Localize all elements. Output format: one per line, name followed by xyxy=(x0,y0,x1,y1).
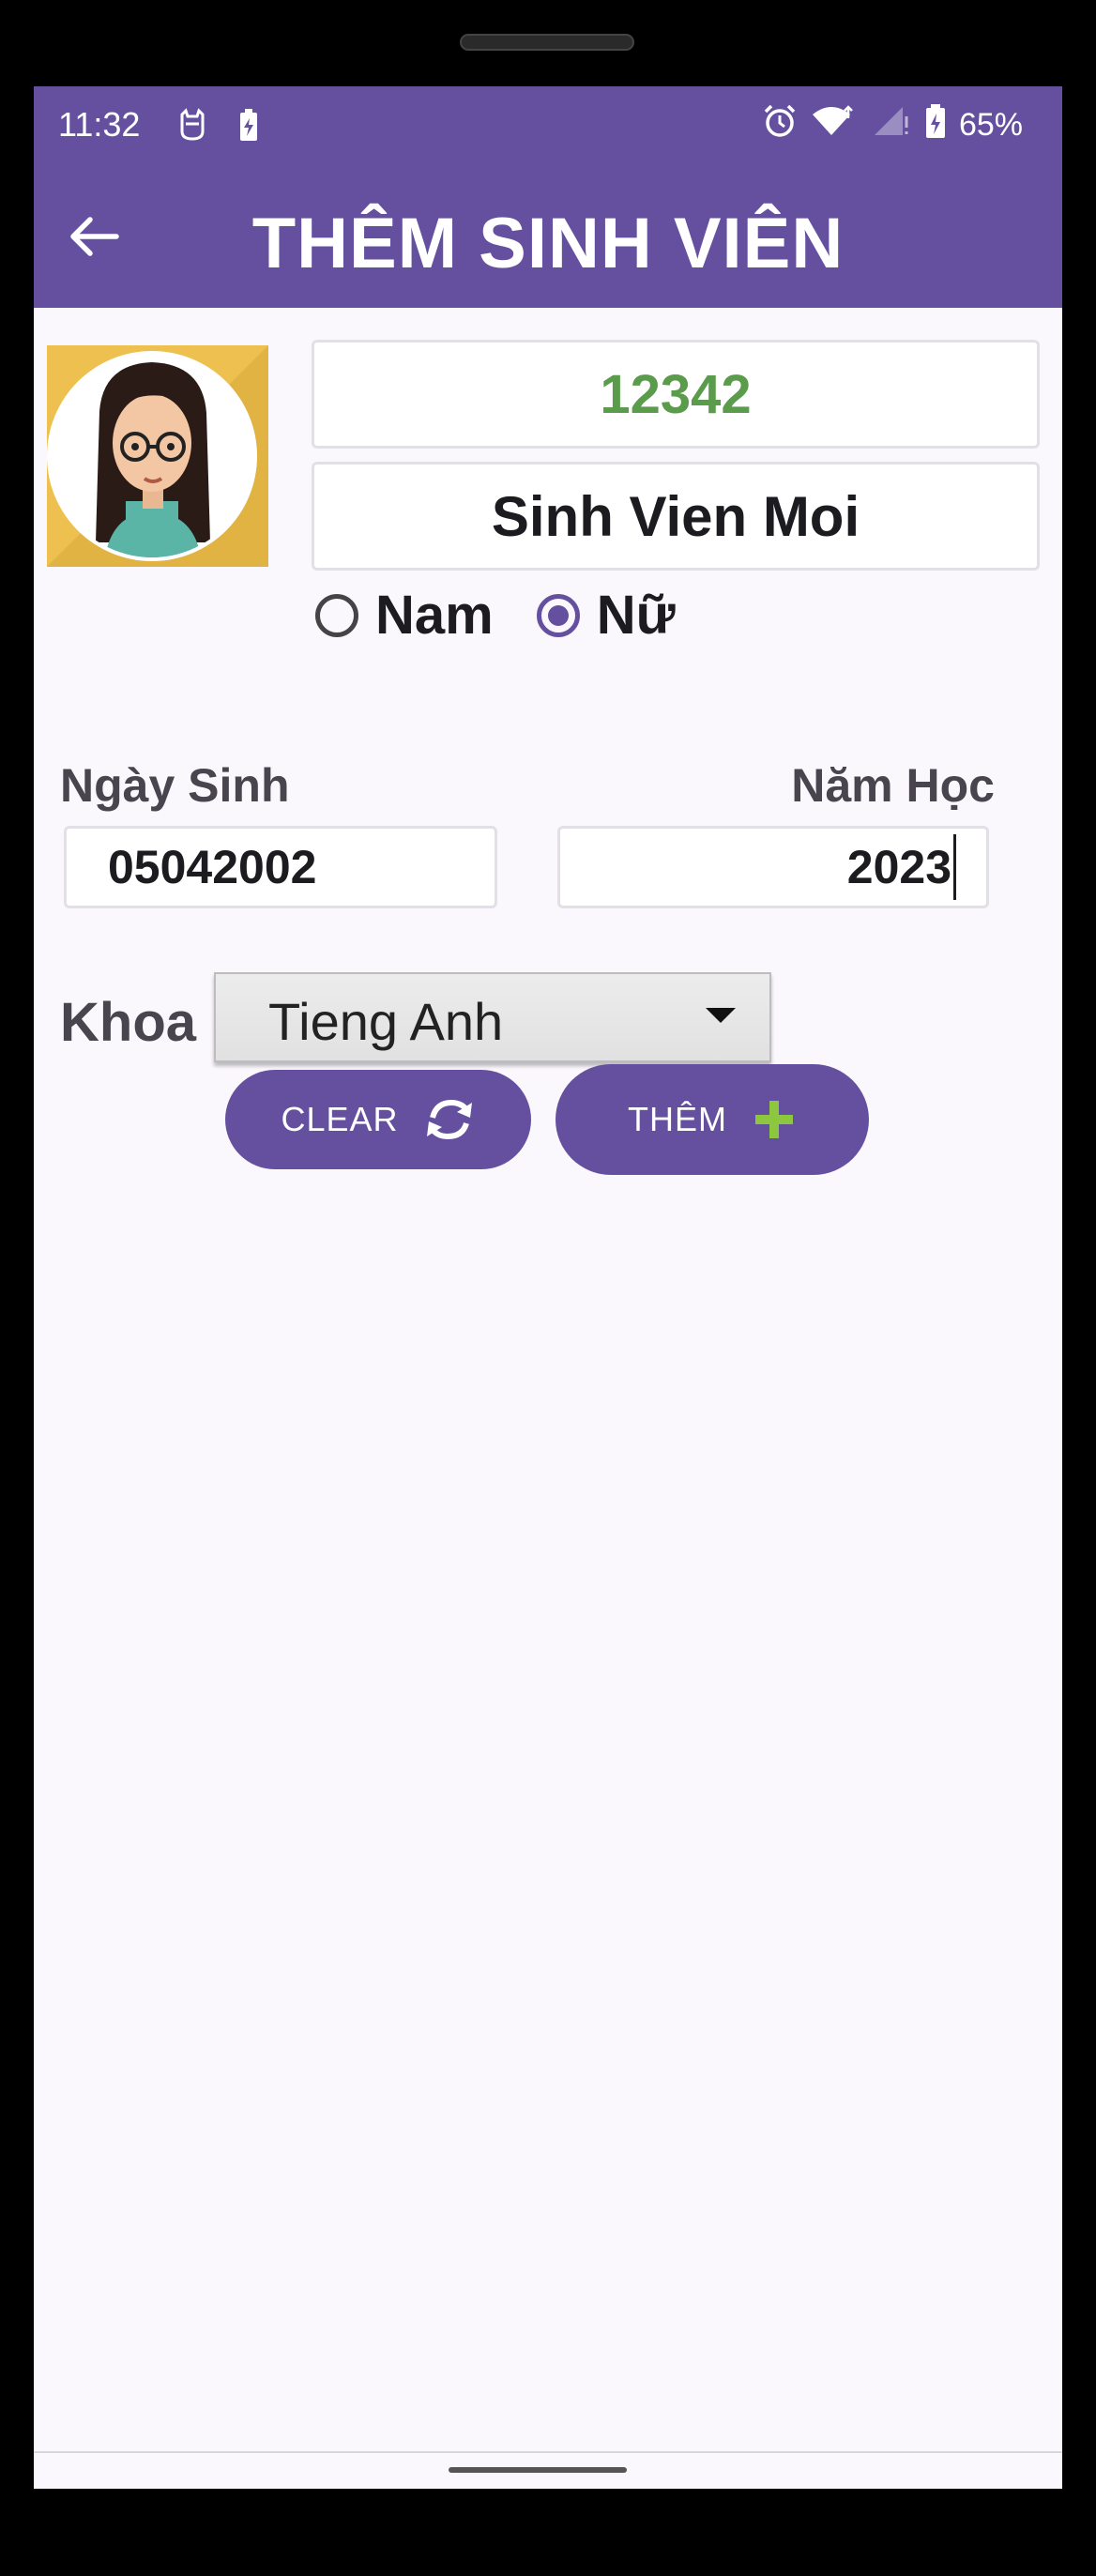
signal-icon xyxy=(871,103,912,147)
plus-icon xyxy=(755,1101,793,1138)
student-id-field[interactable]: 12342 xyxy=(312,340,1040,449)
radio-unchecked-icon xyxy=(315,593,358,637)
add-button-label: THÊM xyxy=(628,1100,727,1138)
battery-icon xyxy=(925,103,946,147)
status-bar: 11:32 65% xyxy=(34,86,1062,165)
clear-button[interactable]: CLEAR xyxy=(225,1070,531,1169)
gesture-handle[interactable] xyxy=(449,2467,627,2473)
female-student-avatar-icon xyxy=(47,345,268,567)
student-avatar[interactable] xyxy=(47,345,268,567)
refresh-icon xyxy=(426,1099,472,1140)
add-student-button[interactable]: THÊM xyxy=(556,1064,869,1175)
dob-field[interactable]: 05042002 xyxy=(64,826,497,908)
gender-male-label: Nam xyxy=(375,585,494,646)
status-time: 11:32 xyxy=(58,105,141,144)
status-icons: 65% xyxy=(762,103,1023,147)
phone-frame: 11:32 65% THÊM SINH VIÊN 12342 Sinh Vien… xyxy=(0,0,1096,2576)
app-bar: THÊM SINH VIÊN xyxy=(34,165,1062,308)
app-screen: 11:32 65% THÊM SINH VIÊN 12342 Sinh Vien… xyxy=(34,86,1062,2489)
faculty-dropdown[interactable]: Tieng Anh xyxy=(214,972,771,1062)
cat-notification-icon xyxy=(176,107,208,145)
alarm-icon xyxy=(762,103,798,147)
clear-button-label: CLEAR xyxy=(281,1100,399,1138)
navigation-bar-divider xyxy=(34,2451,1062,2453)
gender-radio-female[interactable]: Nữ xyxy=(536,584,676,647)
faculty-selected-value: Tieng Anh xyxy=(268,992,504,1051)
text-cursor xyxy=(953,834,956,900)
gender-female-label: Nữ xyxy=(596,585,676,646)
page-title: THÊM SINH VIÊN xyxy=(251,204,845,283)
gender-radio-group: Nam Nữ xyxy=(315,584,676,647)
earpiece-speaker xyxy=(460,34,634,51)
wifi-icon xyxy=(811,103,858,147)
student-name-field[interactable]: Sinh Vien Moi xyxy=(312,462,1040,571)
dropdown-arrow-icon xyxy=(706,1008,736,1023)
faculty-label: Khoa xyxy=(60,992,196,1053)
battery-saver-icon xyxy=(233,107,265,145)
gender-radio-male[interactable]: Nam xyxy=(315,584,494,647)
school-year-label: Năm Học xyxy=(791,759,995,812)
school-year-field[interactable]: 2023 xyxy=(557,826,989,908)
school-year-value: 2023 xyxy=(846,841,951,893)
dob-label: Ngày Sinh xyxy=(60,759,290,812)
radio-checked-icon xyxy=(536,593,580,637)
dob-value: 05042002 xyxy=(108,841,317,893)
battery-percent: 65% xyxy=(958,107,1023,143)
